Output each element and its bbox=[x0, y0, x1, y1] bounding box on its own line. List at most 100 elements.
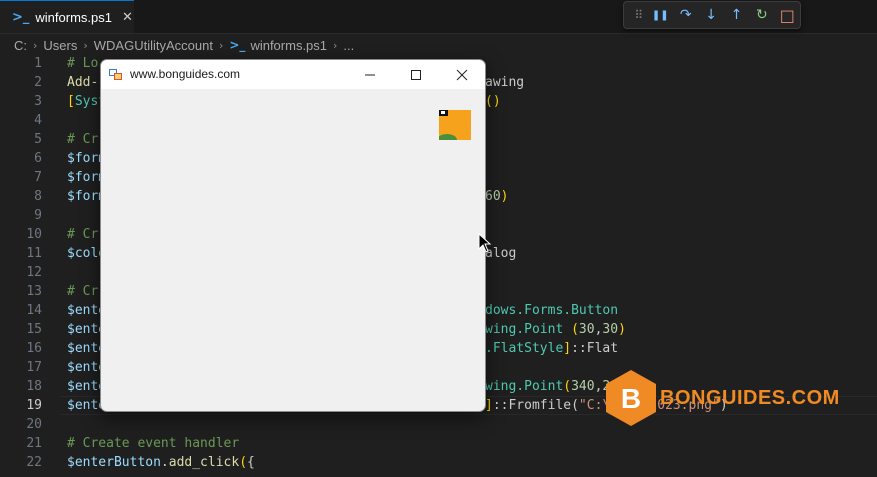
code-token: ::Flat bbox=[571, 341, 619, 356]
code-text: # Cr bbox=[67, 130, 98, 149]
editor-tab-bar: >_ winforms.ps1 ✕ ⠿ ❚❚ ↷ ↓ ↑ ↻ □ bbox=[0, 0, 877, 34]
code-token: ) bbox=[500, 189, 509, 204]
code-text-tail: .FlatStyle]::Flat bbox=[485, 339, 618, 358]
drag-handle-icon[interactable]: ⠿ bbox=[630, 4, 648, 26]
code-text-tail: 60) bbox=[485, 187, 508, 206]
line-number: 2 bbox=[34, 75, 42, 90]
code-token: # Cr bbox=[67, 284, 99, 299]
line-number: 8 bbox=[34, 189, 42, 204]
code-token: # Cr bbox=[67, 132, 99, 147]
code-line[interactable]: 21 # Create event handler bbox=[0, 434, 877, 453]
line-number: 18 bbox=[26, 379, 42, 394]
step-over-button[interactable]: ↷ bbox=[673, 4, 698, 26]
code-token: [ bbox=[67, 94, 75, 109]
breadcrumb-account[interactable]: WDAGUtilityAccount bbox=[94, 38, 213, 53]
stop-button[interactable]: □ bbox=[775, 4, 800, 26]
code-line[interactable]: 22 $enterButton.add_click({ bbox=[0, 453, 877, 472]
code-token: wing.Point bbox=[485, 322, 572, 337]
mouse-cursor-icon bbox=[478, 233, 492, 253]
app-icon bbox=[109, 69, 122, 80]
svg-text:B: B bbox=[621, 383, 641, 414]
code-token: $enterButton bbox=[67, 455, 161, 470]
line-number: 1 bbox=[34, 56, 42, 71]
code-token: awing bbox=[485, 75, 525, 90]
code-token: ( bbox=[563, 379, 572, 394]
minimize-icon bbox=[365, 74, 375, 75]
line-number: 12 bbox=[26, 265, 42, 280]
code-token: 30 bbox=[602, 322, 619, 337]
code-token: . bbox=[160, 455, 169, 470]
breadcrumb-users[interactable]: Users bbox=[43, 38, 77, 53]
line-number: 9 bbox=[34, 208, 42, 223]
pause-button[interactable]: ❚❚ bbox=[648, 4, 673, 26]
code-text: Add- bbox=[67, 73, 98, 92]
close-button[interactable] bbox=[439, 60, 485, 89]
line-number: 10 bbox=[26, 227, 42, 242]
breadcrumb-symbol[interactable]: ... bbox=[343, 38, 354, 53]
restart-button[interactable]: ↻ bbox=[749, 4, 774, 26]
code-token: dows.Forms.Button bbox=[485, 303, 619, 318]
chevron-right-icon: › bbox=[333, 38, 338, 52]
code-token: ( bbox=[571, 322, 579, 337]
code-token: Add- bbox=[67, 75, 99, 90]
code-token: 60 bbox=[485, 189, 501, 204]
code-text-tail: wing.Point(340,20) bbox=[485, 377, 626, 396]
line-number: 17 bbox=[26, 360, 42, 375]
line-number: 16 bbox=[26, 341, 42, 356]
code-token: wing.Point bbox=[485, 379, 564, 394]
window-title: www.bonguides.com bbox=[130, 67, 241, 81]
code-text-tail: wing.Point (30,30) bbox=[485, 320, 626, 339]
minimize-button[interactable] bbox=[347, 60, 393, 89]
line-number: 22 bbox=[26, 455, 42, 470]
line-number: 7 bbox=[34, 170, 42, 185]
code-token: .FlatStyle bbox=[485, 341, 564, 356]
line-number: 20 bbox=[26, 417, 42, 432]
step-into-button[interactable]: ↓ bbox=[698, 4, 723, 26]
code-text: # Lo bbox=[67, 54, 98, 73]
breadcrumb: C: › Users › WDAGUtilityAccount › >_ win… bbox=[14, 36, 354, 54]
line-number: 5 bbox=[34, 132, 42, 147]
line-number: 4 bbox=[34, 113, 42, 128]
code-token: # Create event handler bbox=[67, 436, 240, 451]
watermark-text: BONGUIDES.COM bbox=[660, 386, 840, 409]
winforms-window[interactable]: www.bonguides.com bbox=[100, 59, 486, 412]
enter-button-image[interactable] bbox=[439, 110, 471, 140]
chevron-right-icon: › bbox=[83, 38, 88, 52]
debug-toolbar: ⠿ ❚❚ ↷ ↓ ↑ ↻ □ bbox=[623, 1, 801, 29]
window-title-bar[interactable]: www.bonguides.com bbox=[101, 60, 485, 89]
close-tab-icon[interactable]: ✕ bbox=[122, 10, 133, 25]
chevron-right-icon: › bbox=[218, 38, 224, 52]
line-number: 3 bbox=[34, 94, 42, 109]
code-text: # Cr bbox=[67, 282, 98, 301]
bonguides-logo-icon: B bbox=[606, 370, 656, 426]
maximize-button[interactable] bbox=[393, 60, 439, 89]
step-out-button[interactable]: ↑ bbox=[724, 4, 749, 26]
bonguides-watermark: B BONGUIDES.COM bbox=[606, 370, 840, 426]
tab-winforms-ps1[interactable]: >_ winforms.ps1 ✕ bbox=[0, 0, 134, 33]
code-token: ] bbox=[563, 341, 572, 356]
code-text-tail: dows.Forms.Button bbox=[485, 301, 618, 320]
line-number: 15 bbox=[26, 322, 42, 337]
code-token: ] bbox=[485, 398, 493, 413]
line-number: 21 bbox=[26, 436, 42, 451]
code-token: ) bbox=[618, 322, 626, 337]
line-number: 14 bbox=[26, 303, 42, 318]
breadcrumb-file[interactable]: winforms.ps1 bbox=[250, 38, 327, 53]
tab-label: winforms.ps1 bbox=[35, 9, 112, 25]
code-token: ( bbox=[239, 455, 248, 470]
line-number: 13 bbox=[26, 284, 42, 299]
code-token: 30 bbox=[578, 322, 595, 337]
code-text-tail: awing bbox=[485, 73, 524, 92]
line-number: 6 bbox=[34, 151, 42, 166]
close-icon bbox=[456, 69, 468, 80]
code-text: $enterButton.add_click({ bbox=[67, 453, 255, 472]
line-number: 11 bbox=[26, 246, 42, 261]
maximize-icon bbox=[411, 69, 421, 80]
code-token: () bbox=[485, 94, 501, 109]
breadcrumb-drive[interactable]: C: bbox=[14, 38, 27, 53]
line-number: 19 bbox=[26, 398, 42, 413]
code-text: # Cr bbox=[67, 225, 98, 244]
powershell-icon: >_ bbox=[229, 38, 246, 52]
code-token: # Cr bbox=[67, 227, 99, 242]
code-text: # Create event handler bbox=[67, 434, 239, 453]
